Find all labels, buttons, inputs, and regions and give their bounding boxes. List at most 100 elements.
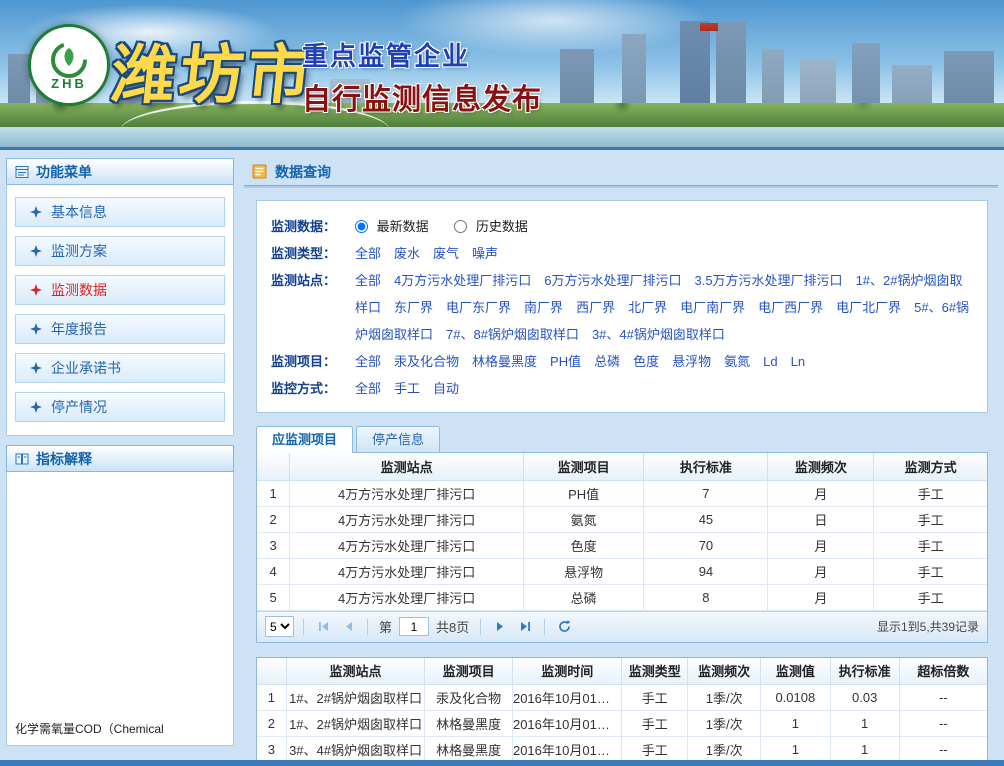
tab-shutdown-info[interactable]: 停产信息 xyxy=(356,426,440,452)
filter-option-link[interactable]: 氨氮 xyxy=(724,354,750,369)
filter-option-link[interactable]: 废气 xyxy=(433,246,459,261)
last-page-icon xyxy=(520,621,531,632)
header-row: 监测站点监测项目执行标准监测频次监测方式 xyxy=(257,453,987,480)
site-subtitle: 重点监管企业 自行监测信息发布 xyxy=(302,36,542,118)
table-row: 21#、2#锅炉烟囱取样口林格曼黑度2016年10月01日-12手工1季/次11… xyxy=(257,711,987,737)
last-page-button[interactable] xyxy=(515,617,535,637)
filter-option-link[interactable]: 手工 xyxy=(394,381,420,396)
first-page-button[interactable] xyxy=(313,617,333,637)
menu-panel-icon xyxy=(15,165,29,179)
filter-option-link[interactable]: 自动 xyxy=(433,381,459,396)
sidebar-item-basic-info[interactable]: 基本信息 xyxy=(15,197,225,227)
filter-option-link[interactable]: 汞及化合物 xyxy=(394,354,459,369)
next-page-button[interactable] xyxy=(490,617,510,637)
filter-options-type: 全部废水废气噪声 xyxy=(355,240,975,267)
filter-options-data: 最新数据 历史数据 xyxy=(355,213,975,240)
banner-water xyxy=(0,127,1004,147)
radio-history-input[interactable] xyxy=(454,220,467,233)
filter-option-link[interactable]: 7#、8#锅炉烟囱取样口 xyxy=(446,327,579,342)
table-cell: 70 xyxy=(644,532,768,558)
table-body: 14万方污水处理厂排污口PH值7月手工24万方污水处理厂排污口氨氮45日手工34… xyxy=(257,480,987,610)
table-cell: 1季/次 xyxy=(688,711,761,737)
indicator-scroll-text: 化学需氧量COD（Chemical xyxy=(15,720,229,737)
filter-option-link[interactable]: 电厂西厂界 xyxy=(758,300,823,315)
filter-option-link[interactable]: 3.5万方污水处理厂排污口 xyxy=(694,273,842,288)
filter-option-link[interactable]: 北厂界 xyxy=(628,300,667,315)
footer-bar xyxy=(0,760,1004,766)
table-cell: 月 xyxy=(768,532,874,558)
table-cell: 4万方污水处理厂排污口 xyxy=(290,584,524,610)
filter-options-project: 全部汞及化合物林格曼黑度 PH值总磷色度悬浮物氨氮 Ld Ln xyxy=(355,348,975,375)
filter-option-link[interactable]: 电厂东厂界 xyxy=(446,300,511,315)
filter-option-link[interactable]: 电厂南厂界 xyxy=(680,300,745,315)
table-cell: 1 xyxy=(761,737,830,763)
table-cell: 7 xyxy=(644,480,768,506)
table-cell: 2 xyxy=(257,506,290,532)
filter-option-link[interactable]: 悬浮物 xyxy=(672,354,711,369)
table-cell: 月 xyxy=(768,584,874,610)
table-cell: 手工 xyxy=(622,737,688,763)
table-cell: 手工 xyxy=(874,506,987,532)
table-cell: -- xyxy=(899,737,987,763)
table-cell: 1 xyxy=(257,685,286,711)
filter-option-link[interactable]: 废水 xyxy=(394,246,420,261)
filter-option-link[interactable]: PH值 xyxy=(550,354,581,369)
sidebar-item-monitoring-data[interactable]: 监测数据 xyxy=(15,275,225,305)
sidebar-item-label: 企业承诺书 xyxy=(51,358,121,378)
prev-page-button[interactable] xyxy=(338,617,358,637)
table-cell: -- xyxy=(899,685,987,711)
column-header xyxy=(257,453,290,480)
table-head: 监测站点监测项目监测时间监测类型监测频次监测值执行标准超标倍数 xyxy=(257,658,987,685)
monitoring-data-table: 监测站点监测项目监测时间监测类型监测频次监测值执行标准超标倍数 11#、2#锅炉… xyxy=(257,658,987,764)
filter-option-link[interactable]: Ln xyxy=(791,354,805,369)
table-cell: 悬浮物 xyxy=(523,558,643,584)
filter-option-link[interactable]: 电厂北厂界 xyxy=(836,300,901,315)
logo-text: ZHB xyxy=(51,76,87,91)
table-cell: -- xyxy=(899,711,987,737)
filter-option-link[interactable]: 3#、4#锅炉烟囱取样口 xyxy=(592,327,725,342)
filter-option-link[interactable]: 林格曼黑度 xyxy=(472,354,537,369)
sidebar-menu-header: 功能菜单 xyxy=(6,158,234,185)
sidebar-item-commitment-letter[interactable]: 企业承诺书 xyxy=(15,353,225,383)
sidebar-indicator-title: 指标解释 xyxy=(36,449,92,469)
sidebar-item-label: 监测数据 xyxy=(51,280,107,300)
filter-option-link[interactable]: 全部 xyxy=(355,354,381,369)
radio-latest-label: 最新数据 xyxy=(377,219,429,234)
tab-monitoring-items[interactable]: 应监测项目 xyxy=(256,426,353,453)
radio-latest-input[interactable] xyxy=(355,220,368,233)
radio-latest-data[interactable]: 最新数据 xyxy=(355,219,432,234)
sidebar-item-shutdown-status[interactable]: 停产情况 xyxy=(15,392,225,422)
table-row: 11#、2#锅炉烟囱取样口汞及化合物2016年10月01日-12手工1季/次0.… xyxy=(257,685,987,711)
filter-option-link[interactable]: 全部 xyxy=(355,246,381,261)
filter-option-link[interactable]: 色度 xyxy=(633,354,659,369)
filter-row-station: 监测站点： 全部4万方污水处理厂排污口6万方污水处理厂排污口3.5万方污水处理厂… xyxy=(271,267,975,348)
sidebar-item-monitoring-plan[interactable]: 监测方案 xyxy=(15,236,225,266)
page-prefix-label: 第 xyxy=(379,617,392,636)
filter-option-link[interactable]: Ld xyxy=(763,354,777,369)
filter-option-link[interactable]: 噪声 xyxy=(472,246,498,261)
filter-label-method: 监控方式： xyxy=(271,375,355,402)
prev-page-icon xyxy=(343,621,354,632)
filter-option-link[interactable]: 全部 xyxy=(355,273,381,288)
page-number-input[interactable] xyxy=(399,617,429,636)
refresh-button[interactable] xyxy=(554,617,574,637)
filter-option-link[interactable]: 4万方污水处理厂排污口 xyxy=(394,273,531,288)
pagination-summary: 显示1到5,共39记录 xyxy=(877,618,979,635)
filter-option-link[interactable]: 南厂界 xyxy=(524,300,563,315)
radio-history-data[interactable]: 历史数据 xyxy=(454,219,528,234)
sidebar-item-annual-report[interactable]: 年度报告 xyxy=(15,314,225,344)
table-cell: 1 xyxy=(761,711,830,737)
filter-option-link[interactable]: 总磷 xyxy=(594,354,620,369)
site-city-title: 潍坊市 xyxy=(107,24,321,116)
filter-option-link[interactable]: 东厂界 xyxy=(394,300,433,315)
star-icon xyxy=(30,323,42,335)
page-size-select[interactable]: 5 xyxy=(265,616,294,637)
filter-option-link[interactable]: 6万方污水处理厂排污口 xyxy=(544,273,681,288)
filter-option-link[interactable]: 全部 xyxy=(355,381,381,396)
filter-option-link[interactable]: 西厂界 xyxy=(576,300,615,315)
filter-options-method: 全部手工自动 xyxy=(355,375,975,402)
table-cell: 2016年10月01日-12 xyxy=(512,737,622,763)
table-cell: 0.03 xyxy=(830,685,899,711)
divider xyxy=(303,619,304,635)
table-cell: 3 xyxy=(257,737,286,763)
